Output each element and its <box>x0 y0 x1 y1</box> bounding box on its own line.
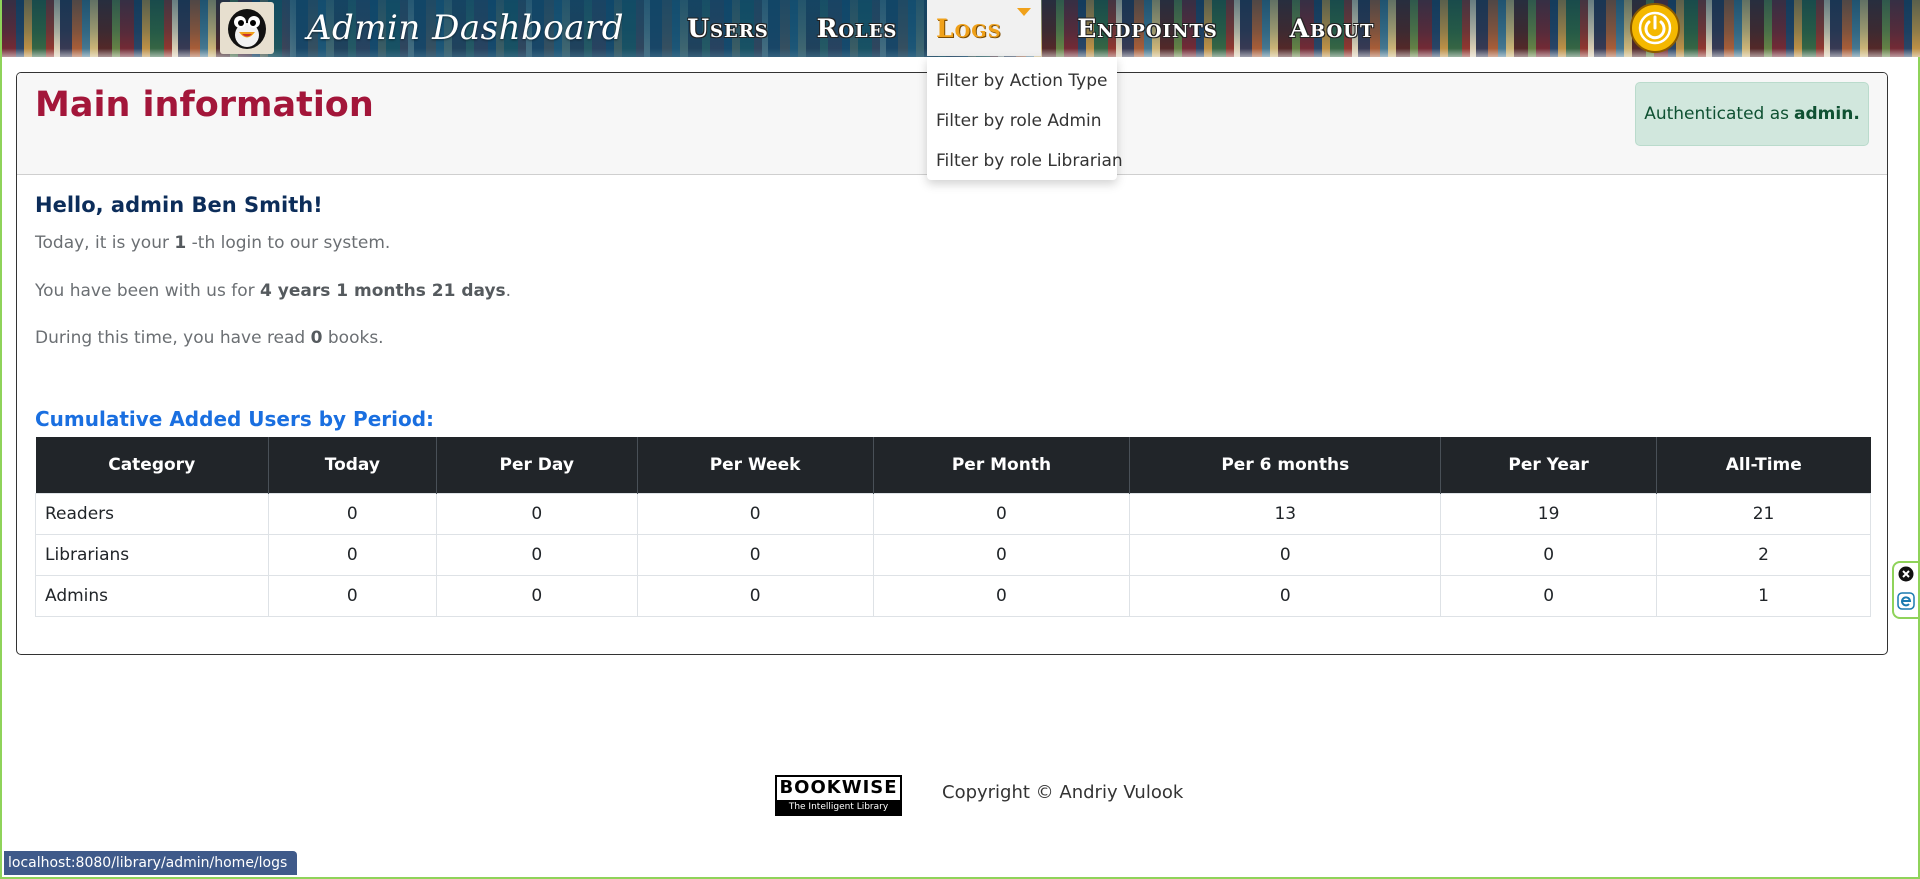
brand-title[interactable]: Admin Dashboard <box>307 6 624 50</box>
dropdown-filter-role-librarian[interactable]: Filter by role Librarian <box>927 141 1123 181</box>
close-icon[interactable] <box>1898 566 1914 586</box>
tenure-text: You have been with us for 4 years 1 mont… <box>35 281 511 301</box>
table-cell: 0 <box>636 492 874 535</box>
tenure-post: . <box>505 281 512 301</box>
penguin-logo-icon[interactable] <box>220 2 274 54</box>
table-header-row: Category Today Per Day Per Week Per Mont… <box>35 437 1871 493</box>
power-icon[interactable] <box>1630 3 1680 53</box>
dropdown-filter-role-admin[interactable]: Filter by role Admin <box>927 101 1117 141</box>
dropdown-filter-action-type[interactable]: Filter by Action Type <box>927 61 1117 101</box>
table-row: Librarians 0 0 0 0 0 0 2 <box>35 533 1871 576</box>
table-row: Readers 0 0 0 0 13 19 21 <box>35 492 1871 535</box>
table-cell: 0 <box>1129 533 1442 576</box>
auth-status-badge: Authenticated as admin. <box>1635 82 1869 146</box>
bookwise-logo-tagline: The Intelligent Library <box>777 800 900 815</box>
table-cell: 0 <box>636 574 874 617</box>
browser-extension-widget <box>1892 561 1918 619</box>
top-navbar: Admin Dashboard Users Roles Logs Endpoin… <box>2 0 1920 57</box>
browser-status-url: localhost:8080/library/admin/home/logs <box>4 851 298 875</box>
tenure-pre: You have been with us for <box>35 281 255 301</box>
page-title: Main information <box>35 85 374 125</box>
extension-e-icon[interactable] <box>1897 592 1915 614</box>
bookwise-logo[interactable]: BOOKWISE The Intelligent Library <box>775 775 902 816</box>
read-count: 0 <box>310 328 323 348</box>
books-read-text: During this time, you have read 0 books. <box>35 328 384 348</box>
table-cell: 1 <box>1656 574 1871 617</box>
table-cell: 0 <box>872 533 1131 576</box>
column-header: Per Year <box>1440 437 1658 493</box>
column-header: Category <box>35 437 269 493</box>
nav-users[interactable]: Users <box>675 0 781 56</box>
caret-down-icon <box>1017 8 1031 16</box>
column-header: Per Day <box>436 437 638 493</box>
auth-prefix: Authenticated as <box>1644 104 1790 124</box>
table-cell: 0 <box>1440 533 1658 576</box>
section-title: Cumulative Added Users by Period: <box>35 407 435 431</box>
table-cell: 0 <box>872 574 1131 617</box>
nav-logs[interactable]: Logs <box>927 0 1041 56</box>
tenure-value: 4 years 1 months 21 days <box>260 281 506 301</box>
table-cell: 0 <box>872 492 1131 535</box>
table-cell: 0 <box>435 533 638 576</box>
column-header: Today <box>268 437 437 493</box>
table-cell: 0 <box>435 574 638 617</box>
column-header: All-Time <box>1656 437 1871 493</box>
read-post: books. <box>327 328 384 348</box>
login-count: 1 <box>174 233 187 253</box>
bookwise-logo-text: BOOKWISE <box>779 777 898 798</box>
table-cell: 0 <box>1440 574 1658 617</box>
table-row: Admins 0 0 0 0 0 0 1 <box>35 574 1871 617</box>
users-stats-table: Category Today Per Day Per Week Per Mont… <box>35 437 1871 617</box>
nav-logs-label: Logs <box>936 13 1002 43</box>
table-cell: 0 <box>267 533 437 576</box>
table-cell: 0 <box>267 492 437 535</box>
greeting-heading: Hello, admin Ben Smith! <box>35 193 323 217</box>
table-cell: Admins <box>35 574 269 617</box>
logs-dropdown-menu: Filter by Action Type Filter by role Adm… <box>927 57 1123 181</box>
table-cell: 19 <box>1440 492 1658 535</box>
table-cell: 0 <box>636 533 874 576</box>
table-cell: 0 <box>435 492 638 535</box>
login-count-text: Today, it is your 1 -th login to our sys… <box>35 233 390 253</box>
table-cell: 0 <box>267 574 437 617</box>
table-cell: Readers <box>35 492 269 535</box>
copyright-text: Copyright © Andriy Vulook <box>942 782 1184 803</box>
table-cell: 0 <box>1129 574 1442 617</box>
login-post: -th login to our system. <box>191 233 391 253</box>
column-header: Per Week <box>637 437 874 493</box>
login-pre: Today, it is your <box>35 233 169 253</box>
table-cell: 2 <box>1656 533 1871 576</box>
read-pre: During this time, you have read <box>35 328 306 348</box>
column-header: Per 6 months <box>1129 437 1442 493</box>
nav-roles[interactable]: Roles <box>802 0 912 56</box>
table-cell: 13 <box>1129 492 1442 535</box>
nav-endpoints[interactable]: Endpoints <box>1060 0 1235 56</box>
table-cell: 21 <box>1656 492 1871 535</box>
nav-about[interactable]: About <box>1260 0 1404 56</box>
table-cell: Librarians <box>35 533 269 576</box>
column-header: Per Month <box>873 437 1131 493</box>
auth-user: admin. <box>1794 104 1860 124</box>
